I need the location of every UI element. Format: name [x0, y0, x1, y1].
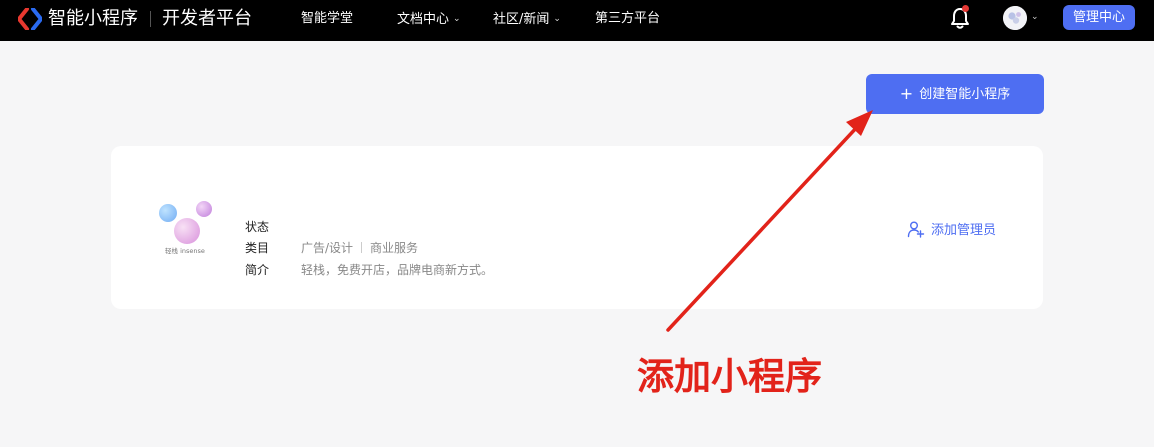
add-admin-button[interactable]: 添加管理员	[907, 220, 996, 240]
nav-item-community-news[interactable]: 社区/新闻 ⌄	[493, 10, 561, 29]
nav-item-docs-center[interactable]: 文档中心 ⌄	[397, 10, 461, 29]
chevron-down-icon[interactable]: ⌄	[1031, 12, 1039, 22]
brand-name[interactable]: 智能小程序	[48, 7, 138, 31]
category-tag: 广告/设计	[301, 241, 354, 255]
avatar[interactable]	[1003, 6, 1027, 30]
category-values: 广告/设计 商业服务	[301, 240, 418, 256]
brand-divider	[150, 11, 151, 27]
category-tag: 商业服务	[370, 241, 419, 255]
nav-item-label: 社区/新闻	[493, 12, 550, 27]
create-button-label: 创建智能小程序	[919, 87, 1011, 102]
notification-dot	[962, 5, 969, 12]
category-label: 类目	[245, 241, 270, 255]
nav-item-smart-academy[interactable]: 智能学堂	[301, 10, 353, 28]
intro-label: 简介	[245, 263, 270, 277]
brand-logo-icon[interactable]	[18, 8, 42, 30]
status-label: 状态	[245, 220, 270, 234]
annotation-text: 添加小程序	[637, 355, 822, 398]
avatar-image	[1003, 6, 1027, 30]
top-navigation-bar: 智能小程序 开发者平台 智能学堂 文档中心 ⌄ 社区/新闻 ⌄ 第三方平台 ⌄ 管理…	[0, 0, 1154, 41]
nav-item-third-party[interactable]: 第三方平台	[595, 10, 660, 28]
add-user-icon	[907, 221, 925, 238]
chevron-down-icon: ⌄	[553, 14, 561, 24]
category-divider	[361, 242, 363, 253]
nav-item-label: 文档中心	[397, 12, 450, 27]
chevron-down-icon: ⌄	[453, 14, 461, 24]
platform-name[interactable]: 开发者平台	[162, 7, 252, 31]
admin-center-button[interactable]: 管理中心	[1063, 5, 1135, 30]
create-mini-program-button[interactable]: + 创建智能小程序	[866, 74, 1044, 114]
nav-item-label: 智能学堂	[301, 11, 354, 26]
app-logo-wordmark: 轻栈 insense	[165, 246, 205, 255]
app-logo[interactable]: 轻栈 insense	[155, 200, 215, 260]
add-admin-label: 添加管理员	[931, 223, 997, 238]
plus-icon: +	[899, 84, 914, 103]
nav-item-label: 第三方平台	[595, 11, 661, 26]
intro-value: 轻栈，免费开店，品牌电商新方式。	[301, 263, 494, 277]
app-card[interactable]: 轻栈 insense 状态 类目 广告/设计 商业服务 简介 轻栈，免费开店，品牌…	[111, 146, 1043, 309]
